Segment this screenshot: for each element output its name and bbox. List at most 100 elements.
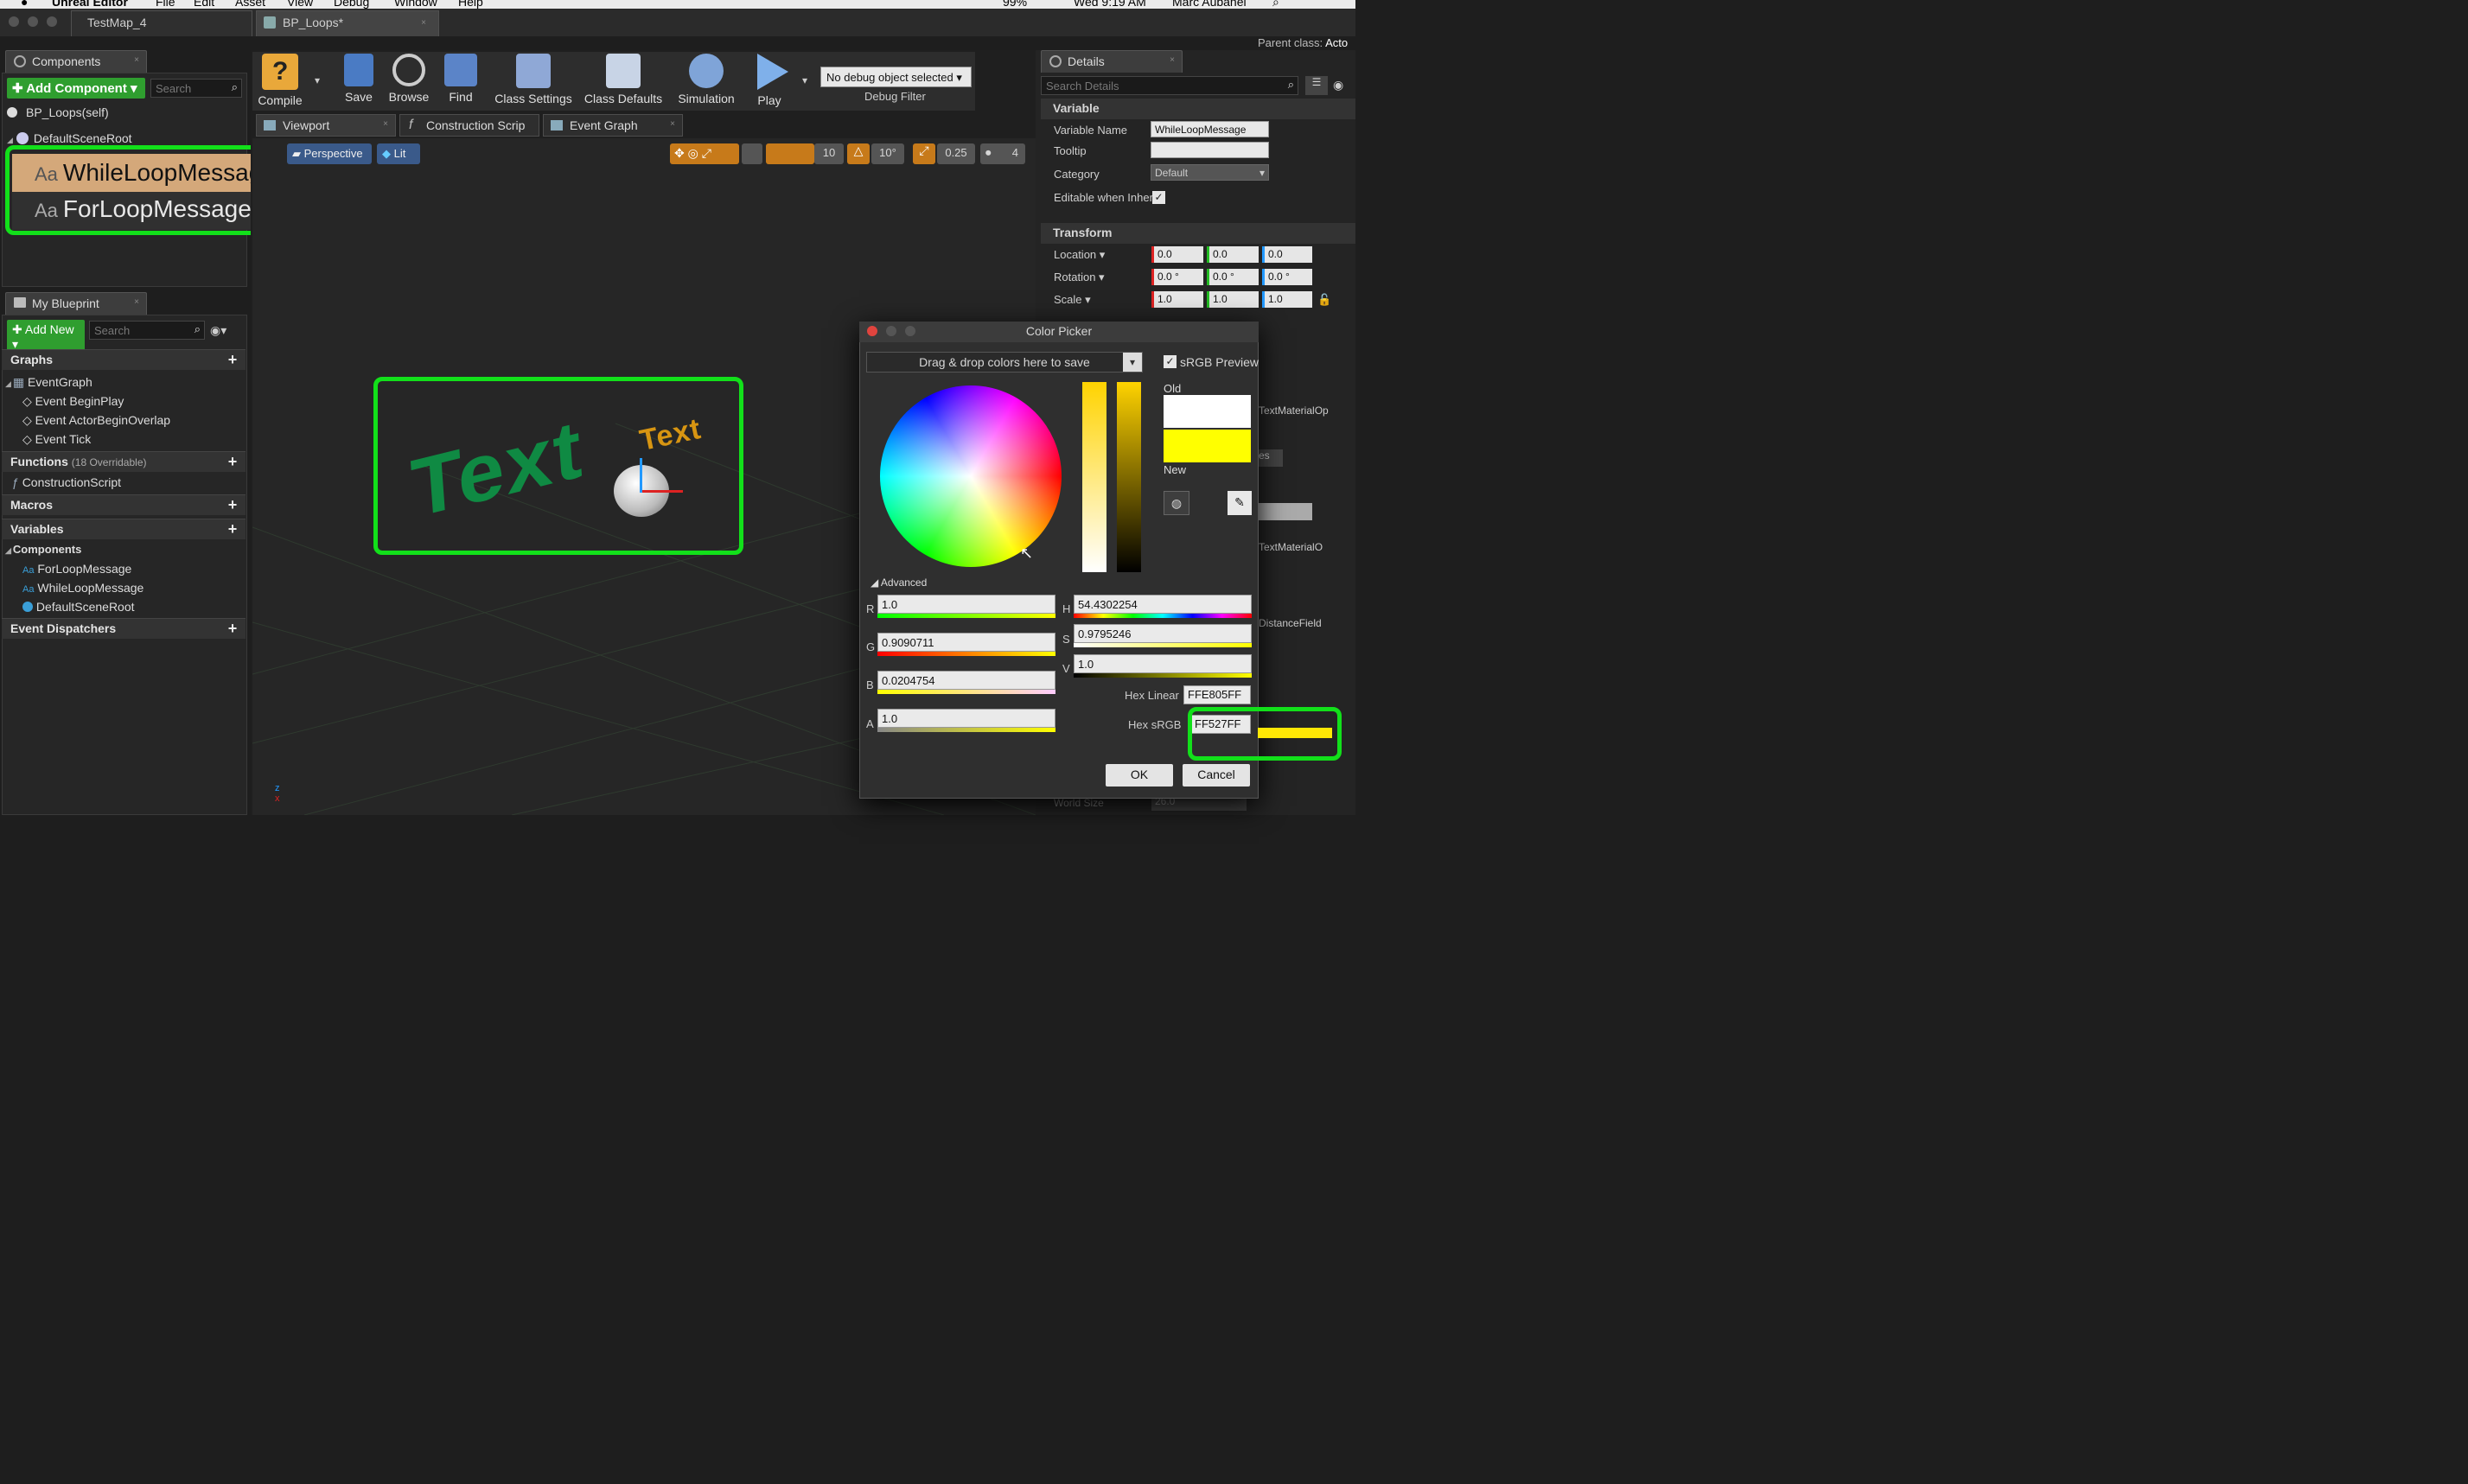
spotlight-icon[interactable]: ⌕ (1272, 0, 1279, 9)
scale-snap-value[interactable]: 0.25 (937, 143, 975, 164)
add-function-icon[interactable]: + (225, 454, 240, 469)
menu-view[interactable]: View (287, 0, 313, 9)
dropzone-dropdown-icon[interactable]: ▾ (1123, 353, 1142, 372)
location-x[interactable]: 0.0 (1151, 246, 1203, 263)
location-y[interactable]: 0.0 (1207, 246, 1259, 263)
ok-button[interactable]: OK (1106, 764, 1173, 787)
value-slider[interactable] (1117, 382, 1141, 572)
tab-details[interactable]: Details × (1041, 50, 1183, 73)
close-tab-icon[interactable]: × (383, 119, 388, 129)
save-button[interactable]: Save (339, 54, 379, 109)
rotation-y[interactable]: 0.0 ° (1207, 269, 1259, 285)
scale-z[interactable]: 1.0 (1262, 291, 1312, 308)
h-input[interactable]: 54.4302254 (1074, 595, 1252, 614)
tab-level[interactable]: TestMap_4 (71, 10, 252, 36)
rotation-snap-icon[interactable]: △ (847, 143, 870, 164)
apple-icon[interactable]: ● (21, 0, 28, 9)
simulation-button[interactable]: Simulation (674, 54, 738, 109)
menu-edit[interactable]: Edit (194, 0, 214, 9)
cancel-button[interactable]: Cancel (1183, 764, 1250, 787)
event-beginplay[interactable]: ◇ Event BeginPlay (22, 394, 124, 409)
add-graph-icon[interactable]: + (225, 352, 240, 367)
minimize-dialog-icon[interactable] (886, 326, 896, 336)
hex-linear-input[interactable]: FFE805FF (1183, 685, 1251, 704)
grid-snap-toggle[interactable] (766, 143, 814, 164)
scale-label[interactable]: Scale ▾ (1054, 293, 1091, 307)
section-variables[interactable]: Variables + (2, 519, 246, 539)
zoom-dialog-icon[interactable] (905, 326, 915, 336)
graph-eventgraph[interactable]: ◢ ▦ EventGraph (5, 375, 92, 390)
srgb-preview-checkbox[interactable]: ✓ (1164, 355, 1177, 368)
section-macros[interactable]: Macros + (2, 494, 246, 515)
tab-blueprint[interactable]: BP_Loops* × (256, 10, 439, 36)
perspective-button[interactable]: ▰ Perspective (287, 143, 372, 164)
menu-file[interactable]: File (156, 0, 175, 9)
menu-debug[interactable]: Debug (334, 0, 369, 9)
r-input[interactable]: 1.0 (877, 595, 1055, 614)
tooltip-input[interactable] (1151, 142, 1269, 158)
components-search-input[interactable]: Search ⌕ (150, 79, 242, 98)
translate-icon[interactable]: ✥ ◎ ⤢ (674, 146, 711, 161)
material-select-a[interactable]: TextMaterialOp (1259, 404, 1345, 422)
class-settings-button[interactable]: Class Settings (493, 54, 574, 109)
event-tick[interactable]: ◇ Event Tick (22, 432, 91, 447)
variable-name-input[interactable]: WhileLoopMessage (1151, 121, 1269, 137)
g-input[interactable]: 0.9090711 (877, 633, 1055, 652)
side-input[interactable] (1259, 503, 1312, 520)
add-dispatcher-icon[interactable]: + (225, 621, 240, 636)
v-input[interactable]: 1.0 (1074, 654, 1252, 673)
camera-speed[interactable]: ⏺ 4 (980, 143, 1025, 164)
compile-options-icon[interactable]: ▾ (315, 74, 320, 86)
details-visibility-icon[interactable]: ◉ (1333, 78, 1343, 92)
rotation-label[interactable]: Rotation ▾ (1054, 271, 1105, 284)
var-forloopmessage[interactable]: Aa ForLoopMessage (22, 562, 131, 576)
scale-y[interactable]: 1.0 (1207, 291, 1259, 308)
scale-x[interactable]: 1.0 (1151, 291, 1203, 308)
old-color-swatch[interactable] (1164, 395, 1251, 428)
section-functions[interactable]: Functions (18 Overridable) + (2, 451, 246, 472)
play-button[interactable]: Play (747, 54, 792, 109)
section-transform[interactable]: Transform (1041, 223, 1355, 244)
find-button[interactable]: Find (439, 54, 482, 109)
function-construction-script[interactable]: ƒ ConstructionScript (12, 475, 121, 489)
category-select[interactable]: Default ▾ (1151, 164, 1269, 181)
blueprint-search-input[interactable]: Search ⌕ (89, 321, 205, 340)
event-actorbeginoverlap[interactable]: ◇ Event ActorBeginOverlap (22, 413, 170, 428)
play-options-icon[interactable]: ▾ (802, 74, 807, 86)
class-defaults-button[interactable]: Class Defaults (583, 54, 664, 109)
section-graphs[interactable]: Graphs + (2, 349, 246, 370)
var-defaultsceneroot[interactable]: DefaultSceneRoot (22, 600, 135, 614)
advanced-toggle[interactable]: ◢ Advanced (870, 576, 927, 589)
world-local-icon[interactable] (742, 143, 762, 164)
user-name[interactable]: Marc Aubanel (1172, 0, 1247, 9)
details-search-input[interactable]: Search Details ⌕ (1041, 76, 1298, 95)
compile-button[interactable]: ? Compile (256, 54, 304, 109)
menu-app[interactable]: Unreal Editor (52, 0, 128, 9)
color-dropzone[interactable]: Drag & drop colors here to save ▾ (866, 352, 1143, 373)
s-input[interactable]: 0.9795246 (1074, 624, 1252, 643)
grid-size[interactable]: 10 (814, 143, 844, 164)
menu-window[interactable]: Window (394, 0, 437, 9)
lock-icon[interactable]: 🔓 (1317, 293, 1331, 307)
font-select[interactable]: DistanceField (1259, 617, 1345, 634)
section-variable[interactable]: Variable (1041, 99, 1355, 119)
var-whileloopmessage[interactable]: Aa WhileLoopMessage (22, 581, 143, 595)
debug-object-select[interactable]: No debug object selected ▾ (820, 67, 972, 87)
menu-asset[interactable]: Asset (235, 0, 265, 9)
zoom-window-icon[interactable] (47, 16, 57, 27)
lit-button[interactable]: ◆ Lit (377, 143, 420, 164)
section-event-dispatchers[interactable]: Event Dispatchers + (2, 618, 246, 639)
location-label[interactable]: Location ▾ (1054, 248, 1105, 262)
tab-components[interactable]: Components × (5, 50, 147, 73)
color-wheel-toggle-icon[interactable]: ◍ (1164, 491, 1189, 515)
close-tab-icon[interactable]: × (670, 119, 675, 129)
editable-checkbox[interactable]: ✓ (1152, 191, 1165, 204)
a-input[interactable]: 1.0 (877, 709, 1055, 728)
rotation-z[interactable]: 0.0 ° (1262, 269, 1312, 285)
rotation-x[interactable]: 0.0 ° (1151, 269, 1203, 285)
tab-viewport[interactable]: Viewport × (256, 114, 396, 137)
color-wheel[interactable] (880, 385, 1062, 567)
close-tab-icon[interactable]: × (421, 18, 426, 28)
b-input[interactable]: 0.0204754 (877, 671, 1055, 690)
material-select-c[interactable]: TextMaterialO (1259, 541, 1345, 558)
